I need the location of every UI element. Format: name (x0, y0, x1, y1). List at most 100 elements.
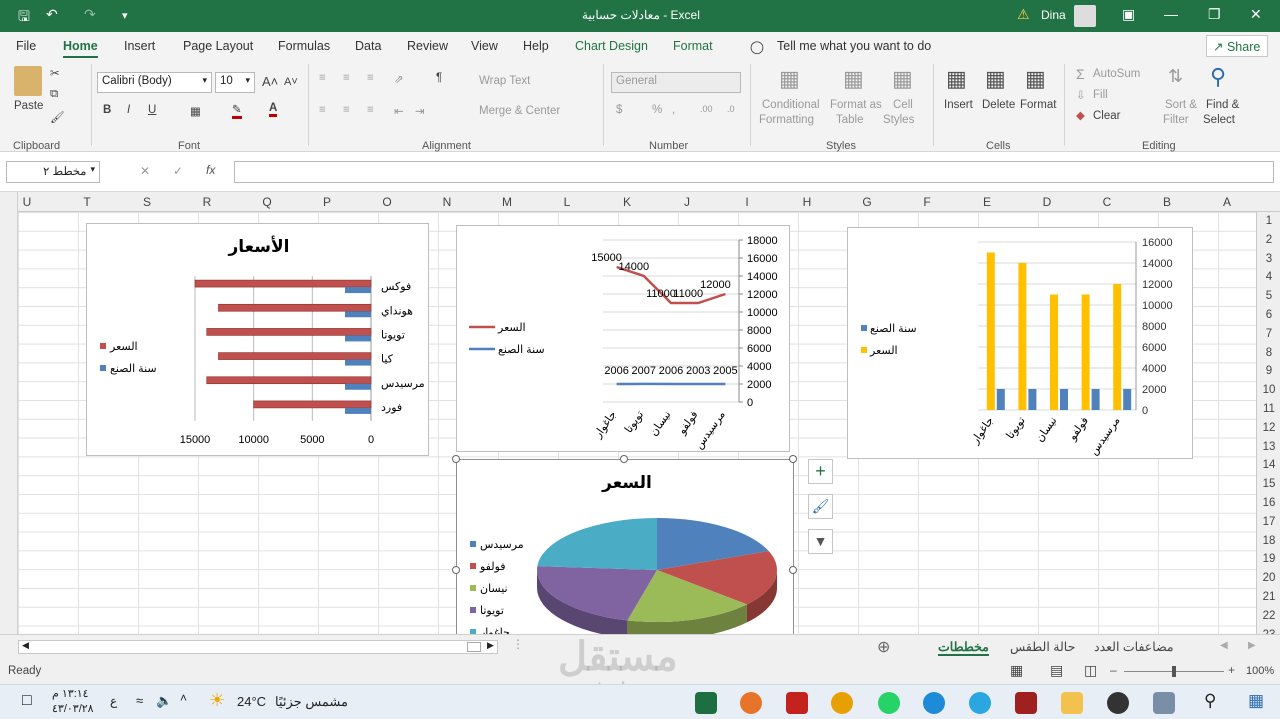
paste-button[interactable]: Paste (14, 100, 43, 112)
resize-handle[interactable] (789, 566, 797, 574)
column-header[interactable]: H (797, 195, 817, 209)
language-indicator[interactable]: ع (110, 694, 117, 708)
insert-cells-button[interactable]: Insert (944, 99, 973, 111)
font-size-select[interactable]: 10 ▾ (215, 72, 255, 93)
close-icon[interactable]: ✕ (1250, 6, 1262, 23)
column-chart[interactable]: 0 2000 4000 6000 8000 10000 12000 14000 16000 جاغ… (847, 227, 1193, 459)
column-header[interactable]: I (737, 195, 757, 209)
maximize-icon[interactable]: ❐ (1208, 6, 1221, 23)
weather-icon[interactable]: ☀ (209, 690, 225, 711)
fill-button[interactable]: Fill (1093, 89, 1108, 101)
tab-file[interactable]: File (16, 39, 36, 53)
wifi-icon[interactable]: ≈ (136, 693, 143, 708)
horizontal-bar-chart[interactable]: الأسعار 0 5000 10000 15000 فوكس هونداي تويوتا كي… (86, 223, 429, 456)
save-icon[interactable]: 🖫 (18, 6, 30, 30)
row-header[interactable]: 7 (1257, 328, 1280, 340)
find-select-line1[interactable]: Find & (1206, 99, 1239, 111)
column-header[interactable]: U (17, 195, 37, 209)
edge-icon[interactable] (923, 692, 945, 714)
tab-formulas[interactable]: Formulas (278, 39, 330, 53)
increase-indent-icon[interactable]: ⇥ (415, 104, 425, 118)
row-header[interactable]: 13 (1257, 441, 1280, 453)
name-box[interactable]: ▾ مخطط ٢ (6, 161, 100, 183)
merge-center-button[interactable]: Merge & Center (479, 105, 560, 117)
column-header[interactable]: F (917, 195, 937, 209)
share-button[interactable]: ↗ Share (1206, 35, 1268, 57)
column-header[interactable]: T (77, 195, 97, 209)
wrap-text-button[interactable]: Wrap Text (479, 75, 530, 87)
row-header[interactable]: 5 (1257, 290, 1280, 302)
row-header[interactable]: 12 (1257, 422, 1280, 434)
row-header[interactable]: 8 (1257, 347, 1280, 359)
page-break-view-icon[interactable]: ◫ (1084, 662, 1097, 679)
new-sheet-icon[interactable]: ⊕ (877, 637, 890, 657)
pie-chart[interactable]: السعر مرسيدس فولفو نيسان تويوتا جاغوار (456, 459, 794, 640)
resize-handle[interactable] (452, 455, 460, 463)
chart-styles-button[interactable]: 🖌 (808, 494, 833, 519)
whatsapp-icon[interactable] (878, 692, 900, 714)
chrome-profile-icon[interactable] (740, 692, 762, 714)
start-icon[interactable]: ▦ (1248, 691, 1264, 711)
tab-data[interactable]: Data (355, 39, 381, 53)
conditional-formatting-line1[interactable]: Conditional (762, 99, 820, 111)
scroll-left-icon[interactable]: ◀ (22, 640, 29, 651)
clear-button[interactable]: Clear (1093, 110, 1120, 122)
rtl-icon[interactable]: ¶ (436, 72, 442, 84)
tab-scroll-menu[interactable]: ⋮ (512, 637, 524, 651)
row-header[interactable]: 21 (1257, 591, 1280, 603)
row-header[interactable]: 16 (1257, 497, 1280, 509)
italic-button[interactable]: I (127, 104, 130, 116)
insert-function-button[interactable]: fx (206, 163, 215, 177)
page-layout-view-icon[interactable]: ▤ (1050, 662, 1063, 679)
notification-icon[interactable]: □ (22, 692, 32, 710)
customize-qat-icon[interactable]: ▾ (122, 9, 128, 22)
app-settings-icon[interactable] (1153, 692, 1175, 714)
sort-filter-line1[interactable]: Sort & (1165, 99, 1197, 111)
file-explorer-icon[interactable] (1061, 692, 1083, 714)
row-header[interactable]: 3 (1257, 253, 1280, 265)
zoom-slider-thumb[interactable] (1172, 666, 1176, 677)
line-chart[interactable]: 0 2000 4000 6000 8000 10000 12000 14000 16000 180… (456, 225, 790, 452)
column-header[interactable]: K (617, 195, 637, 209)
normal-view-icon[interactable]: ▦ (1010, 662, 1023, 679)
vertical-scrollbar[interactable] (0, 192, 18, 634)
tray-chevron-icon[interactable]: ˄ (180, 691, 187, 705)
align-middle-icon[interactable]: ≡ (343, 72, 350, 84)
tab-help[interactable]: Help (523, 39, 549, 53)
chart-filters-button[interactable]: ▼ (808, 529, 833, 554)
row-header[interactable]: 14 (1257, 459, 1280, 471)
horizontal-scrollbar[interactable]: ◀ ▶ (18, 640, 498, 654)
telegram-icon[interactable] (969, 692, 991, 714)
format-cells-button[interactable]: Format (1020, 99, 1056, 111)
format-painter-icon[interactable]: 🖌 (50, 110, 65, 124)
column-header[interactable]: J (677, 195, 697, 209)
align-bottom-icon[interactable]: ≡ (367, 72, 374, 84)
enter-icon[interactable]: ✓ (173, 164, 183, 178)
column-header[interactable]: E (977, 195, 997, 209)
ribbon-display-icon[interactable]: ▣ (1122, 6, 1135, 23)
decrease-decimal-icon[interactable]: .0 (727, 104, 735, 114)
column-header[interactable]: A (1217, 195, 1237, 209)
row-header[interactable]: 2 (1257, 234, 1280, 246)
percent-icon[interactable]: % (652, 104, 662, 116)
align-center-icon[interactable]: ≡ (343, 104, 350, 116)
orientation-icon[interactable]: ⇗ (394, 72, 404, 86)
decrease-indent-icon[interactable]: ⇤ (394, 104, 404, 118)
column-header[interactable]: M (497, 195, 517, 209)
sort-filter-line2[interactable]: Filter (1163, 114, 1189, 126)
bold-button[interactable]: B (103, 104, 111, 116)
row-header[interactable]: 1 (1257, 215, 1280, 227)
format-table-line2[interactable]: Table (836, 114, 864, 126)
number-format-select[interactable]: General (611, 72, 741, 93)
decrease-font-icon[interactable]: A˅ (284, 76, 298, 88)
column-header[interactable]: N (437, 195, 457, 209)
row-header[interactable]: 20 (1257, 572, 1280, 584)
increase-font-icon[interactable]: A˄ (262, 74, 278, 89)
align-right-icon[interactable]: ≡ (367, 104, 374, 116)
scroll-thumb[interactable] (467, 642, 481, 652)
borders-icon[interactable]: ▦ (190, 104, 201, 118)
row-header[interactable]: 9 (1257, 365, 1280, 377)
resize-handle[interactable] (789, 455, 797, 463)
row-header[interactable]: 4 (1257, 271, 1280, 283)
font-name-select[interactable]: Calibri (Body) ▾ (97, 72, 212, 93)
